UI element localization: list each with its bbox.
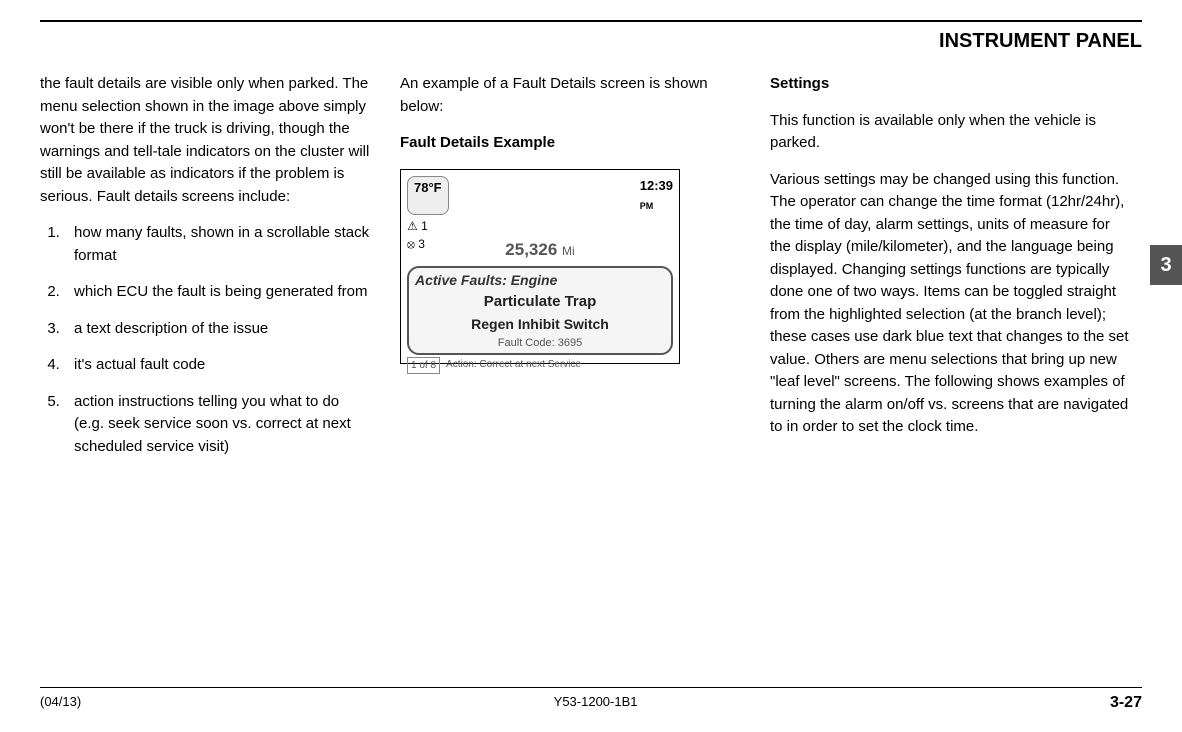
time-ampm: PM bbox=[640, 201, 654, 211]
page-footer: (04/13) Y53-1200-1B1 3-27 bbox=[40, 687, 1142, 712]
odometer-readout: 25,326 Mi bbox=[407, 237, 673, 263]
settings-p1: This function is available only when the… bbox=[770, 110, 1130, 155]
footer-docid: Y53-1200-1B1 bbox=[554, 694, 638, 712]
list-item: which ECU the fault is being generated f… bbox=[64, 281, 370, 304]
warning-icon-count: ⚠ 1 bbox=[407, 217, 673, 235]
fault-detail-box: Active Faults: Engine Particulate Trap R… bbox=[407, 266, 673, 355]
odometer-value: 25,326 bbox=[505, 240, 557, 259]
odometer-unit: Mi bbox=[562, 244, 575, 258]
fault-details-list: how many faults, shown in a scrollable s… bbox=[40, 222, 370, 458]
fault-action-text: Action: Correct at next Service bbox=[446, 357, 581, 374]
list-item: action instructions telling you what to … bbox=[64, 391, 370, 459]
side-chapter-tab: 3 bbox=[1150, 245, 1182, 285]
fault-box-sub: Regen Inhibit Switch bbox=[415, 314, 665, 335]
column-3: Settings This function is available only… bbox=[770, 73, 1130, 472]
footer-date: (04/13) bbox=[40, 694, 81, 712]
settings-p2: Various settings may be changed using th… bbox=[770, 169, 1130, 439]
footer-page-number: 3-27 bbox=[1110, 694, 1142, 712]
settings-heading: Settings bbox=[770, 73, 1130, 96]
time-value: 12:39 bbox=[640, 178, 673, 193]
content-columns: the fault details are visible only when … bbox=[40, 73, 1142, 472]
column-1: the fault details are visible only when … bbox=[40, 73, 370, 472]
page-header-title: INSTRUMENT PANEL bbox=[40, 30, 1142, 53]
list-item: a text description of the issue bbox=[64, 318, 370, 341]
fault-details-screen-image: 78°F 12:39 PM ⚠ 1 ⦻ 3 25,326 Mi Active F… bbox=[400, 169, 680, 364]
header-rule bbox=[40, 20, 1142, 22]
fault-top-bar: 78°F 12:39 PM bbox=[407, 176, 673, 215]
list-item: it's actual fault code bbox=[64, 354, 370, 377]
fault-box-title: Active Faults: Engine bbox=[415, 270, 665, 291]
col2-intro: An example of a Fault Details screen is … bbox=[400, 73, 740, 118]
fault-box-main: Particulate Trap bbox=[415, 291, 665, 314]
fault-bottom-row: 1 of 8 Action: Correct at next Service bbox=[407, 357, 673, 374]
list-item: how many faults, shown in a scrollable s… bbox=[64, 222, 370, 267]
temp-readout: 78°F bbox=[407, 176, 449, 215]
fault-pager: 1 of 8 bbox=[407, 357, 440, 374]
fault-example-heading: Fault Details Example bbox=[400, 132, 740, 155]
col1-intro: the fault details are visible only when … bbox=[40, 73, 370, 208]
time-readout: 12:39 PM bbox=[640, 176, 673, 215]
column-2: An example of a Fault Details screen is … bbox=[400, 73, 740, 472]
fault-box-code: Fault Code: 3695 bbox=[415, 335, 665, 352]
